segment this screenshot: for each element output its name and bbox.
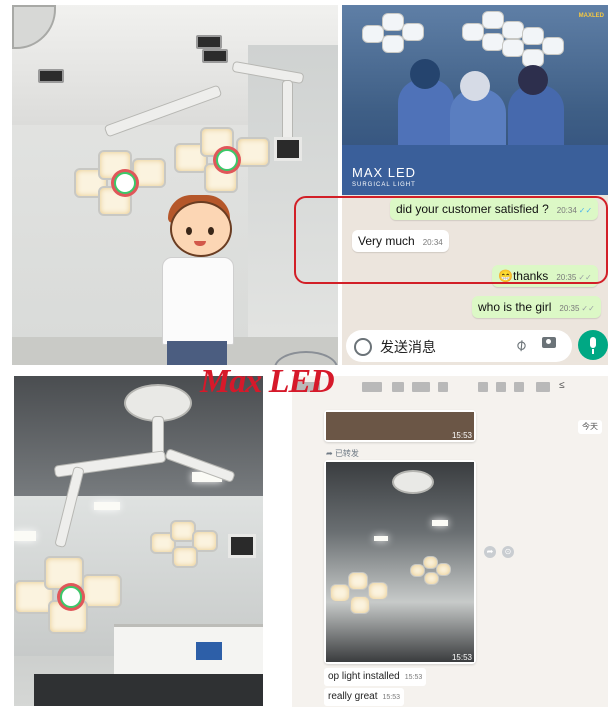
message-text: op light installed	[328, 671, 400, 682]
delivered-ticks-icon: ✓✓	[581, 304, 595, 313]
surgical-lamp-head	[330, 572, 390, 616]
ceiling-spotlight	[38, 69, 64, 83]
led-module	[482, 11, 504, 29]
message-time: 20:35	[559, 304, 580, 313]
message-time: 15:53	[404, 674, 423, 681]
installation-photo-room	[12, 5, 338, 365]
led-module	[436, 563, 451, 576]
led-module	[350, 596, 370, 614]
led-module	[402, 23, 424, 41]
surgical-lamp-head	[150, 520, 220, 570]
message-outgoing[interactable]: who is the girl 20:35 ✓✓	[472, 296, 601, 318]
brand-label: MAX LED SURGICAL LIGHT	[352, 165, 417, 191]
message-incoming[interactable]: op light installed 15:53	[324, 668, 427, 686]
forward-icon[interactable]: ➦	[484, 546, 496, 558]
redacted-name	[438, 382, 448, 392]
camera-icon[interactable]	[542, 337, 556, 348]
redacted-name	[496, 382, 506, 392]
message-incoming[interactable]: really great 15:53	[324, 688, 404, 706]
ceiling-light-panel	[374, 536, 388, 541]
surgery-photo: MAXLED MAX LED SURGICAL LIGHT	[342, 5, 608, 195]
led-module	[502, 39, 524, 57]
redacted-name	[478, 382, 488, 392]
led-module	[362, 25, 384, 43]
brand-logo: MAXLED	[578, 13, 604, 19]
surgical-lamp-head	[502, 27, 564, 67]
message-text: who is the girl	[478, 300, 552, 314]
led-module	[368, 582, 388, 600]
chat-conversation-2[interactable]: ≤ 15:53 今天 ➦ 已转发 15:53 ➦ ⊙ op light inst…	[292, 376, 608, 707]
ceiling-light-panel	[432, 520, 448, 526]
lamp-arm	[282, 80, 293, 142]
message-time: 15:53	[451, 431, 472, 440]
forwarded-label: ➦ 已转发	[326, 449, 359, 458]
redacted-name	[362, 382, 382, 392]
lamp-handle	[60, 586, 82, 608]
led-module	[82, 574, 122, 608]
brand-subtitle: SURGICAL LIGHT	[352, 182, 416, 188]
ceiling-light-panel	[14, 531, 36, 541]
redacted-name	[536, 382, 550, 392]
surgeon-cap	[410, 59, 440, 89]
ceiling-mount	[392, 470, 434, 494]
lamp-camera-monitor	[274, 137, 302, 161]
led-module	[172, 546, 198, 568]
installation-photo-room-2	[14, 376, 263, 706]
surgical-lamp-head	[74, 150, 170, 216]
paperclip-icon[interactable]: ⌀	[511, 334, 531, 356]
led-module	[522, 27, 544, 45]
photo-thumbnail[interactable]	[326, 462, 474, 662]
image-message[interactable]: 15:53	[324, 410, 476, 442]
message-input[interactable]: 发送消息 ⌀	[346, 330, 572, 362]
message-time: 15:53	[451, 653, 472, 662]
highlight-annotation	[294, 196, 608, 284]
led-module	[382, 35, 404, 53]
message-time: 15:53	[382, 694, 400, 701]
image-message[interactable]: 15:53	[324, 460, 476, 664]
cartoon-boy-face	[170, 201, 232, 257]
cartoon-boy-jeans	[167, 341, 227, 365]
operating-table	[34, 674, 263, 706]
redacted-name	[392, 382, 404, 392]
led-module	[132, 158, 166, 188]
led-module	[424, 572, 439, 585]
redacted-name	[412, 382, 430, 392]
led-module	[330, 584, 350, 602]
led-module	[542, 37, 564, 55]
microphone-button[interactable]	[578, 330, 608, 360]
message-text: really great	[328, 691, 378, 702]
equipment-box	[196, 642, 222, 660]
led-module	[482, 33, 504, 51]
header-tail-text: ≤	[559, 380, 565, 391]
lamp-camera-monitor	[228, 534, 256, 558]
ceiling-spotlight	[196, 35, 222, 49]
date-chip: 今天	[578, 420, 602, 434]
input-placeholder: 发送消息	[380, 339, 436, 355]
ceiling-spotlight	[202, 49, 228, 63]
lamp-handle	[216, 149, 238, 171]
redacted-name	[514, 382, 524, 392]
surgeon-cap	[518, 65, 548, 95]
save-icon[interactable]: ⊙	[502, 546, 514, 558]
cartoon-boy-shirt	[162, 257, 234, 345]
message-input-bar: 发送消息 ⌀	[342, 328, 608, 365]
led-module	[236, 137, 270, 167]
chat-header: ≤	[292, 376, 608, 398]
surgeon-cap	[460, 71, 490, 101]
surgical-lamp-head	[174, 127, 270, 193]
led-module	[462, 23, 484, 41]
led-module	[410, 564, 425, 577]
surgical-lamp-head	[362, 13, 424, 53]
led-module	[382, 13, 404, 31]
surgical-lamp-head	[410, 556, 452, 586]
ceiling-light-panel	[94, 502, 120, 510]
emoji-icon[interactable]	[354, 338, 372, 356]
led-module	[44, 556, 84, 590]
lamp-handle	[114, 172, 136, 194]
brand-name: MAX LED	[352, 165, 417, 180]
surgical-lamp-head	[14, 556, 124, 636]
led-module	[348, 572, 368, 590]
brand-watermark: Max LED	[200, 363, 335, 400]
